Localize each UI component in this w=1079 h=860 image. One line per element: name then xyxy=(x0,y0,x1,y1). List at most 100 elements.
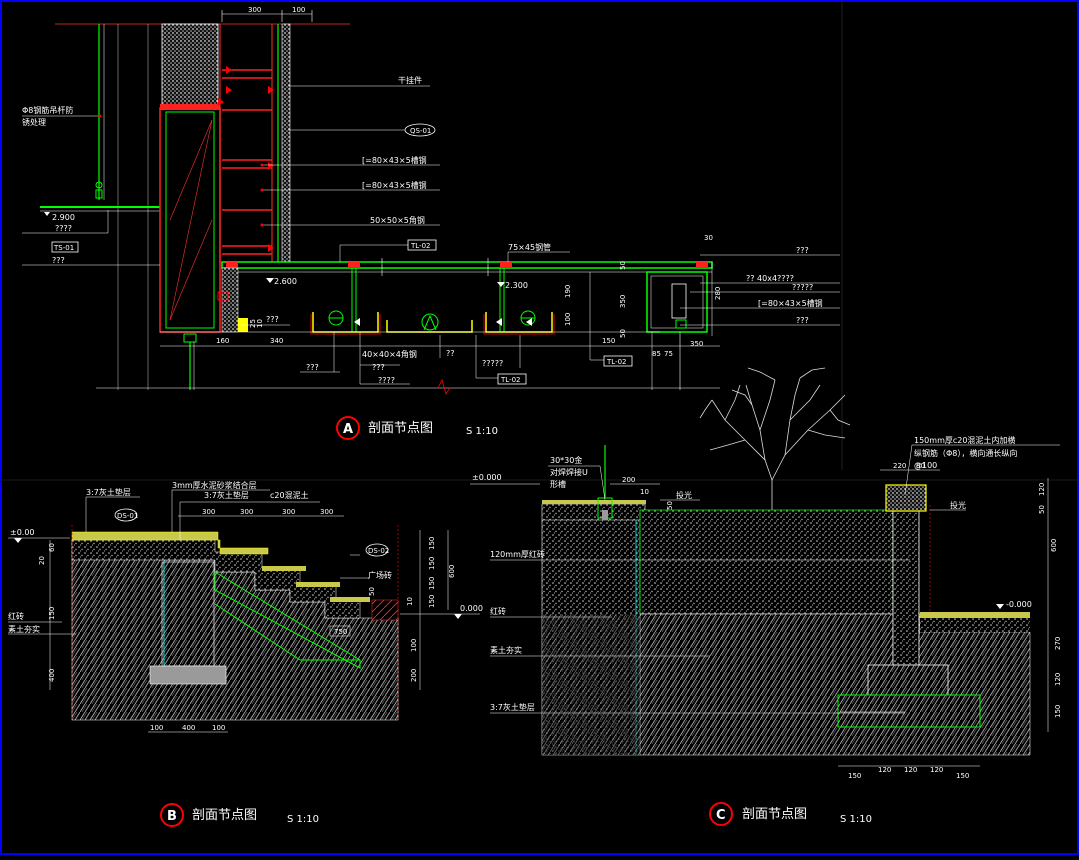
label-b-led: 广场砖 xyxy=(368,570,392,580)
dim-a-160: 160 xyxy=(216,337,229,345)
dim-b-300-2: 300 xyxy=(240,508,253,516)
dim-c-b120b: 120 xyxy=(904,766,917,774)
dim-b-20: 20 xyxy=(38,556,46,565)
label-a-q-e: ????? xyxy=(482,359,503,368)
label-a-tag-ts01: TS-01 xyxy=(53,244,74,252)
label-a-right2: ?? 40x4???? xyxy=(746,274,794,283)
dim-b-150-1: 150 xyxy=(428,537,436,550)
dim-b-300-1: 300 xyxy=(202,508,215,516)
section-a-scale: S 1:10 xyxy=(466,426,498,437)
light-troughs xyxy=(310,310,555,335)
label-a-left-q1: ???? xyxy=(55,224,72,233)
dim-c-b120a: 120 xyxy=(878,766,891,774)
dim-b-150-3: 150 xyxy=(428,577,436,590)
label-c-lime: 3:7灰土垫层 xyxy=(490,702,535,712)
dim-a-340: 340 xyxy=(270,337,283,345)
dim-b-60: 60 xyxy=(48,543,56,552)
label-a-q-c: ??? xyxy=(372,363,385,372)
label-a-mid-q: ??? xyxy=(266,315,279,324)
dim-a-50: 50 xyxy=(619,261,627,270)
level-c-2: -0.000 xyxy=(1006,600,1032,609)
dim-b-150-4: 150 xyxy=(428,595,436,608)
dim-b-600: 600 xyxy=(448,565,456,578)
label-a-q-b: ?? xyxy=(446,349,455,358)
dim-b-150-2: 150 xyxy=(428,557,436,570)
label-b-tag-ds01: DS-01 xyxy=(117,512,138,520)
dim-a-75: 75 xyxy=(664,350,673,358)
label-a-right-channel: [=80×43×5槽钢 xyxy=(758,298,823,308)
section-a: 300 100 160 340 25 10 190 100 30 50 350 … xyxy=(22,6,840,440)
section-a-caption: 剖面节点图 xyxy=(368,421,433,436)
label-a-channel1: [=80×43×5槽钢 xyxy=(362,155,427,165)
section-a-mark: A xyxy=(343,422,353,437)
label-b-tag-ds02: DS-02 xyxy=(368,547,389,555)
label-a-angle: 50×50×5角钢 xyxy=(370,215,425,225)
dim-c-220: 220 xyxy=(893,462,906,470)
dim-c-200: 200 xyxy=(622,476,635,484)
dim-c-b150a: 150 xyxy=(848,772,861,780)
label-a-tag-tl02: TL-02 xyxy=(410,242,431,250)
dim-a-190: 190 xyxy=(564,285,572,298)
cad-drawing: 300 100 160 340 25 10 190 100 30 50 350 … xyxy=(0,0,1079,855)
dim-a-10: 10 xyxy=(256,319,264,328)
level-a-3: 2.300 xyxy=(505,281,528,290)
tree-illustration xyxy=(699,367,851,510)
dim-c-600: 600 xyxy=(1050,539,1058,552)
label-c-light1: 投光 xyxy=(676,490,692,500)
label-c-brick: 红砖 xyxy=(490,606,506,616)
dim-a-300: 300 xyxy=(248,6,261,14)
dim-a-100: 100 xyxy=(564,313,572,326)
dim-c-120b: 120 xyxy=(1054,673,1062,686)
label-b-mortar: 3mm厚水泥砂浆结合层 xyxy=(172,480,257,490)
label-c-steel-top: 30*30金 xyxy=(550,455,582,465)
dim-b-150b: 200 xyxy=(410,669,418,682)
dim-b-750: 150 xyxy=(48,607,56,620)
dim-b-400: 400 xyxy=(182,724,195,732)
dim-c-270: 270 xyxy=(1054,637,1062,650)
label-a-angle40: 40×40×4角钢 xyxy=(362,349,417,359)
label-c-light2: 投光 xyxy=(950,500,966,510)
dim-b-50: 50 xyxy=(368,587,376,596)
section-c-caption: 剖面节点图 xyxy=(742,807,807,822)
dim-a-350b: 350 xyxy=(690,340,703,348)
section-b: 300 300 300 300 20 60 150 400 150 150 15… xyxy=(8,480,483,827)
section-c-mark: C xyxy=(716,808,726,823)
cad-drawing-canvas: 300 100 160 340 25 10 190 100 30 50 350 … xyxy=(0,0,1079,855)
label-b-brick: 红砖 xyxy=(8,611,24,621)
dim-b-150: 400 xyxy=(48,669,56,682)
dim-b-10: 10 xyxy=(406,597,414,606)
label-a-tag-qs: QS-01 xyxy=(410,127,431,135)
dim-a-280: 280 xyxy=(714,287,722,300)
label-a-right4: ??? xyxy=(796,316,809,325)
section-b-scale: S 1:10 xyxy=(287,814,319,825)
dim-a-50b: 50 xyxy=(619,329,627,338)
dim-c-10: 10 xyxy=(640,488,649,496)
dim-b-100-l: 100 xyxy=(150,724,163,732)
dim-a-30: 30 xyxy=(704,234,713,242)
dim-c-120a: 120 xyxy=(1038,483,1046,496)
label-a-channel2: [=80×43×5槽钢 xyxy=(362,180,427,190)
section-c-scale: S 1:10 xyxy=(840,814,872,825)
label-b-soil: 素土夯实 xyxy=(8,624,40,634)
label-c-steel-top2: 对焊焊接U xyxy=(550,467,588,477)
dim-b-300-3: 300 xyxy=(282,508,295,516)
dim-b-300-4: 300 xyxy=(320,508,333,516)
label-c-concrete-note2: 纵钢筋（Φ8），横向通长纵向 xyxy=(914,448,1017,458)
dim-a-100: 100 xyxy=(292,6,305,14)
dim-c-50: 50 xyxy=(1038,505,1046,514)
level-a-1: 2.900 xyxy=(52,213,75,222)
label-a-tag-tl02-b: TL-02 xyxy=(500,376,521,384)
dim-a-150: 150 xyxy=(602,337,615,345)
level-b-2: 0.000 xyxy=(460,604,483,613)
dim-c-150: 150 xyxy=(1054,705,1062,718)
label-a-connector: 干挂件 xyxy=(398,75,422,85)
label-a-hanger2: 锈处理 xyxy=(22,117,46,127)
level-c-1: ±0.000 xyxy=(472,473,502,482)
label-a-right1: ??? xyxy=(796,246,809,255)
level-a-2: 2.600 xyxy=(274,277,297,286)
level-b-1: ±0.00 xyxy=(10,528,35,537)
section-c: 120 50 600 270 120 150 220 80 200 10 50 … xyxy=(470,367,1062,826)
label-a-right3: ????? xyxy=(792,283,813,292)
label-a-hanger: Φ8钢筋吊杆防 xyxy=(22,105,73,115)
label-a-tag-tl02-c: TL-02 xyxy=(606,358,627,366)
